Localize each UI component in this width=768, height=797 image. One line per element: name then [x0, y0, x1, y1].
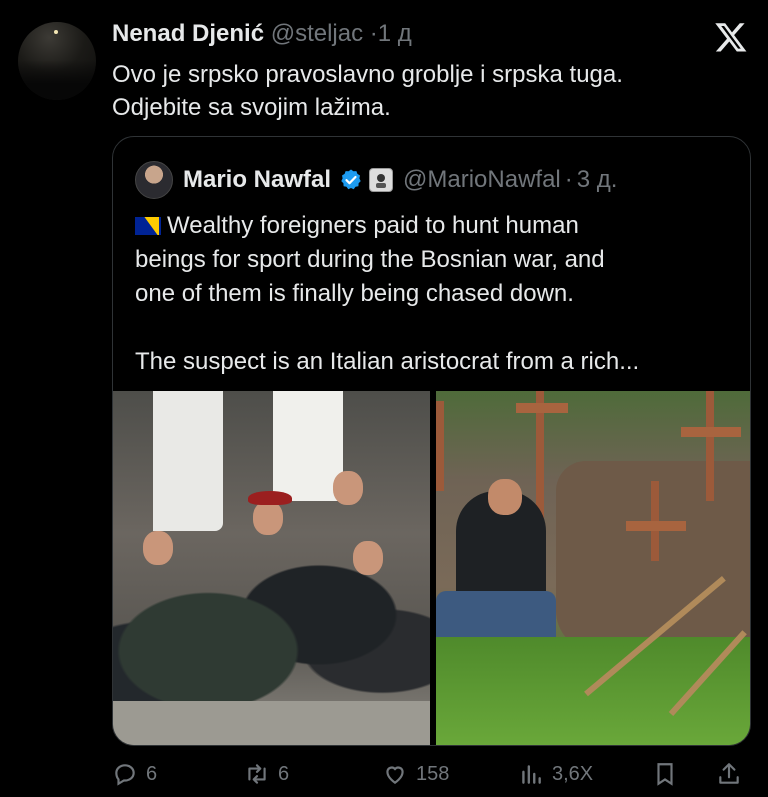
- reply-icon: [115, 764, 135, 786]
- photo-beret: [248, 491, 292, 505]
- media-grid: [113, 391, 750, 745]
- post-text: Ovo je srpsko pravoslavno groblje i srps…: [112, 58, 732, 124]
- views-count: 3,6X: [552, 762, 594, 785]
- avatar-moon: [54, 30, 58, 34]
- photo-cross: [706, 391, 714, 501]
- repost-icon: [248, 764, 266, 784]
- post-time[interactable]: 1 д: [378, 20, 412, 47]
- photo-face: [333, 471, 363, 505]
- like-button[interactable]: 158: [382, 758, 449, 790]
- like-icon: [386, 766, 404, 784]
- photo-crouching-crowd[interactable]: [113, 391, 430, 745]
- quoted-post[interactable]: Mario Nawfal @MarioNawfal · 3 д. Wealthy f…: [112, 136, 751, 746]
- meta-separator: ·: [369, 20, 378, 47]
- photo-cross: [436, 401, 444, 491]
- post-text-line: Odjebite sa svojim lažima.: [112, 94, 391, 121]
- photo-cross: [626, 521, 686, 531]
- author-handle[interactable]: @steljac: [271, 20, 363, 47]
- views-button[interactable]: 3,6X: [518, 758, 593, 790]
- quoted-author-avatar[interactable]: [135, 161, 173, 199]
- photo-ground: [113, 701, 430, 745]
- photo-face: [253, 501, 283, 535]
- share-button[interactable]: [716, 758, 742, 790]
- author-avatar[interactable]: [18, 22, 96, 100]
- quoted-post-time[interactable]: 3 д.: [577, 166, 618, 194]
- photo-cemetery[interactable]: [436, 391, 750, 745]
- repost-count: 6: [278, 762, 290, 785]
- quoted-text-line: one of them is finally being chased down…: [135, 280, 574, 307]
- photo-face: [353, 541, 383, 575]
- views-icon: [522, 765, 541, 784]
- bosnia-flag-icon: [135, 217, 161, 235]
- photo-face: [143, 531, 173, 565]
- quoted-text-line: beings for sport during the Bosnian war,…: [135, 246, 605, 273]
- repost-button[interactable]: 6: [244, 758, 289, 790]
- quoted-text-line: The suspect is an Italian aristocrat fro…: [135, 348, 640, 375]
- x-logo-icon[interactable]: [714, 20, 748, 54]
- affiliate-badge-icon: [369, 168, 394, 192]
- post-text-line: Ovo je srpsko pravoslavno groblje i srps…: [112, 61, 623, 88]
- meta-separator: ·: [564, 166, 573, 193]
- quoted-post-text: Wealthy foreigners paid to hunt human be…: [135, 209, 735, 379]
- share-icon: [719, 763, 739, 784]
- photo-face: [488, 479, 522, 515]
- quoted-text-line: [135, 311, 735, 345]
- author-name[interactable]: Nenad Djenić: [112, 20, 264, 47]
- quoted-text-line: Wealthy foreigners paid to hunt human: [167, 212, 579, 239]
- quoted-author-handle[interactable]: @MarioNawfal: [403, 166, 561, 194]
- bookmark-button[interactable]: [652, 758, 678, 790]
- like-count: 158: [416, 762, 450, 785]
- reply-count: 6: [146, 762, 158, 785]
- quoted-author-name[interactable]: Mario Nawfal: [183, 166, 331, 194]
- post-header: Nenad Djenić @steljac ·1 д: [112, 18, 412, 50]
- quoted-post-header: Mario Nawfal @MarioNawfal · 3 д.: [135, 161, 617, 199]
- photo-cross: [681, 427, 741, 437]
- bookmark-icon: [657, 763, 673, 786]
- action-bar: 6 6 158 3,6X: [112, 758, 748, 790]
- reply-button[interactable]: 6: [112, 758, 157, 790]
- photo-cross: [516, 403, 568, 413]
- avatar-silhouette: [18, 60, 96, 100]
- verified-badge-icon: [341, 169, 361, 190]
